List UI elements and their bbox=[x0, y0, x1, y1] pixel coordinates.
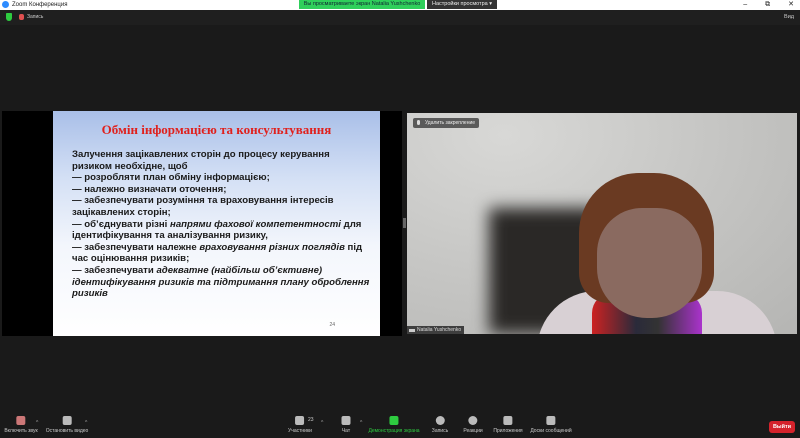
record-label: Запись bbox=[431, 428, 449, 434]
meeting-top-bar: Запись Вид bbox=[0, 10, 800, 25]
microphone-icon bbox=[417, 120, 420, 125]
reactions-button[interactable]: Реакции bbox=[463, 416, 483, 434]
participant-name-tag: Natalia Yushchenko bbox=[407, 326, 465, 334]
unpin-button[interactable]: Удалить закрепление bbox=[413, 118, 480, 128]
participant-name: Natalia Yushchenko bbox=[417, 327, 462, 333]
view-button[interactable]: Вид bbox=[784, 14, 794, 20]
apps-label: Приложения bbox=[493, 428, 523, 434]
slide-line: — розробляти план обміну інформацією; bbox=[72, 172, 270, 184]
participants-icon bbox=[295, 416, 305, 425]
security-shield-icon[interactable] bbox=[6, 13, 12, 21]
chat-label: Чат bbox=[341, 428, 351, 434]
reactions-icon bbox=[468, 416, 478, 425]
slide-line: — забезпечувати належне враховування різ… bbox=[72, 241, 363, 265]
slide-line: — належно визначати оточення; bbox=[72, 183, 227, 195]
video-camera-icon bbox=[62, 416, 72, 425]
share-screen-button[interactable]: Демонстрация экрана bbox=[368, 416, 420, 434]
slide-title: Обмін інформацією та консультування bbox=[101, 122, 332, 137]
chat-options-caret[interactable]: ^ bbox=[360, 420, 362, 426]
slide-line: — об’єднувати різні напрями фахової комп… bbox=[72, 218, 362, 242]
video-options-caret[interactable]: ^ bbox=[85, 420, 87, 426]
unmute-label: Включить звук bbox=[4, 428, 38, 434]
view-options-button[interactable]: Настройки просмотра ▾ bbox=[427, 0, 497, 9]
chat-icon bbox=[341, 416, 351, 425]
share-banner: Вы просматриваете экран Natalia Yushchen… bbox=[299, 0, 425, 9]
slide-line: Залучення зацікавлених сторін до процесу… bbox=[72, 149, 330, 172]
apps-button[interactable]: Приложения bbox=[493, 416, 523, 434]
participant-face bbox=[597, 208, 702, 318]
whiteboards-label: Доски сообщений bbox=[530, 428, 572, 434]
share-screen-label: Демонстрация экрана bbox=[368, 428, 420, 434]
meeting-toolbar: Включить звук ^ Остановить видео ^ Участ… bbox=[0, 412, 800, 438]
whiteboard-icon bbox=[546, 416, 556, 425]
restore-button[interactable]: ⧉ bbox=[765, 0, 770, 9]
slide-page-number: 24 bbox=[329, 322, 335, 328]
reactions-label: Реакции bbox=[463, 428, 483, 434]
record-button[interactable]: Запись bbox=[432, 416, 448, 434]
title-bar: Zoom Конференция Вы просматриваете экран… bbox=[0, 0, 800, 10]
window-title: Zoom Конференция bbox=[12, 1, 68, 8]
stop-video-button[interactable]: Остановить видео bbox=[45, 416, 89, 434]
participants-label: Участники bbox=[288, 428, 312, 434]
leave-button[interactable]: Выйти bbox=[769, 421, 795, 433]
stop-video-label: Остановить видео bbox=[45, 428, 89, 434]
close-button[interactable]: ✕ bbox=[788, 0, 794, 9]
recording-icon bbox=[19, 14, 24, 20]
participant-video bbox=[407, 113, 797, 334]
signal-icon bbox=[409, 328, 415, 332]
slide-line: — забезпечувати розуміння та враховуванн… bbox=[72, 195, 334, 218]
chat-button[interactable]: Чат bbox=[341, 416, 351, 434]
app-title: Zoom Конференция bbox=[2, 1, 67, 8]
minimize-button[interactable]: – bbox=[743, 0, 747, 9]
muted-microphone-icon bbox=[16, 416, 26, 425]
zoom-logo-icon bbox=[2, 1, 9, 8]
participants-options-caret[interactable]: ^ bbox=[321, 420, 323, 426]
split-view-drag-handle[interactable] bbox=[403, 218, 406, 228]
slide-line: — забезпечувати адекватне (найбільш об’є… bbox=[72, 264, 370, 300]
record-icon bbox=[435, 416, 445, 425]
slide-body: Залучення зацікавлених сторін до процесу… bbox=[72, 149, 372, 300]
audio-options-caret[interactable]: ^ bbox=[36, 420, 38, 426]
unpin-label: Удалить закрепление bbox=[425, 120, 476, 126]
whiteboards-button[interactable]: Доски сообщений bbox=[530, 416, 572, 434]
share-screen-icon bbox=[389, 416, 399, 425]
participants-count: 23 bbox=[308, 417, 314, 423]
recording-label: Запись bbox=[27, 14, 44, 20]
apps-icon bbox=[503, 416, 513, 425]
unmute-button[interactable]: Включить звук bbox=[4, 416, 38, 434]
presentation-slide: Обмін інформацією та консультування Залу… bbox=[53, 111, 380, 336]
